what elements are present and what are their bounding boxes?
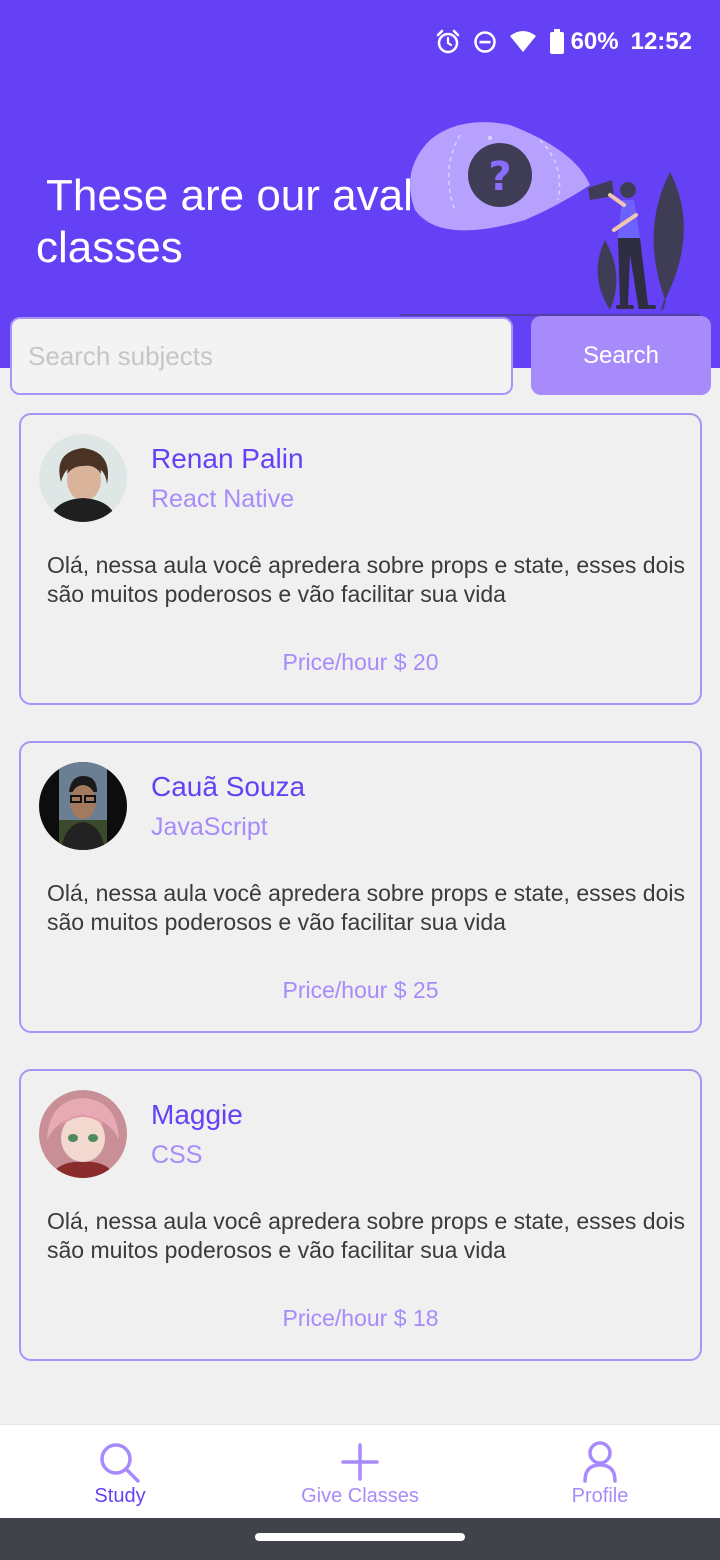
teacher-description: Olá, nessa aula você apredera sobre prop…: [47, 880, 685, 935]
battery-icon: [549, 29, 564, 54]
teacher-name: Renan Palin: [151, 443, 304, 474]
header: 60% 12:52 These are our avaliable classe…: [0, 0, 720, 368]
svg-text:?: ?: [488, 154, 511, 200]
user-icon: [583, 1441, 617, 1483]
teacher-card[interactable]: Maggie CSS Olá, nessa aula você apredera…: [19, 1069, 702, 1361]
search-input[interactable]: [10, 317, 513, 395]
avatar: [39, 762, 127, 850]
teacher-subject: JavaScript: [151, 813, 268, 841]
teacher-price: Price/hour $ 20: [282, 649, 439, 675]
clock: 12:52: [630, 28, 692, 55]
nav-study[interactable]: Study: [0, 1425, 240, 1519]
nav-give-classes[interactable]: Give Classes: [240, 1425, 480, 1519]
alarm-icon: [436, 29, 459, 54]
nav-profile-label: Profile: [571, 1485, 629, 1507]
teacher-subject: CSS: [151, 1141, 203, 1169]
avatar: [39, 1090, 127, 1178]
nav-study-label: Study: [94, 1485, 146, 1507]
bottom-nav: Study Give Classes Profile: [0, 1424, 720, 1518]
teacher-name: Maggie: [151, 1099, 243, 1130]
search-icon: [100, 1443, 140, 1483]
nav-profile[interactable]: Profile: [480, 1425, 720, 1519]
teacher-card[interactable]: Renan Palin React Native Olá, nessa aula…: [19, 413, 702, 705]
teacher-description: Olá, nessa aula você apredera sobre prop…: [47, 552, 685, 607]
teacher-name: Cauã Souza: [151, 771, 306, 802]
teacher-subject: React Native: [151, 485, 295, 513]
nav-give-classes-label: Give Classes: [301, 1485, 419, 1507]
teacher-price: Price/hour $ 18: [282, 1305, 439, 1331]
avatar: [39, 434, 127, 522]
search-illustration: ?: [400, 122, 700, 316]
system-nav-bar: [0, 1518, 720, 1560]
teacher-description: Olá, nessa aula você apredera sobre prop…: [47, 1208, 685, 1263]
search-button[interactable]: Search: [531, 316, 711, 395]
study-screen: 60% 12:52 These are our avaliable classe…: [0, 0, 720, 1560]
teacher-price: Price/hour $ 25: [282, 977, 439, 1003]
plus-icon: [341, 1443, 379, 1481]
wifi-icon: [509, 31, 536, 52]
battery-percentage: 60%: [570, 28, 619, 55]
home-indicator[interactable]: [255, 1533, 465, 1541]
teacher-card[interactable]: Cauã Souza JavaScript Olá, nessa aula vo…: [19, 741, 702, 1033]
page-title-line2: classes: [36, 223, 183, 272]
status-bar: 60% 12:52: [435, 22, 692, 62]
dnd-icon: [473, 31, 496, 53]
